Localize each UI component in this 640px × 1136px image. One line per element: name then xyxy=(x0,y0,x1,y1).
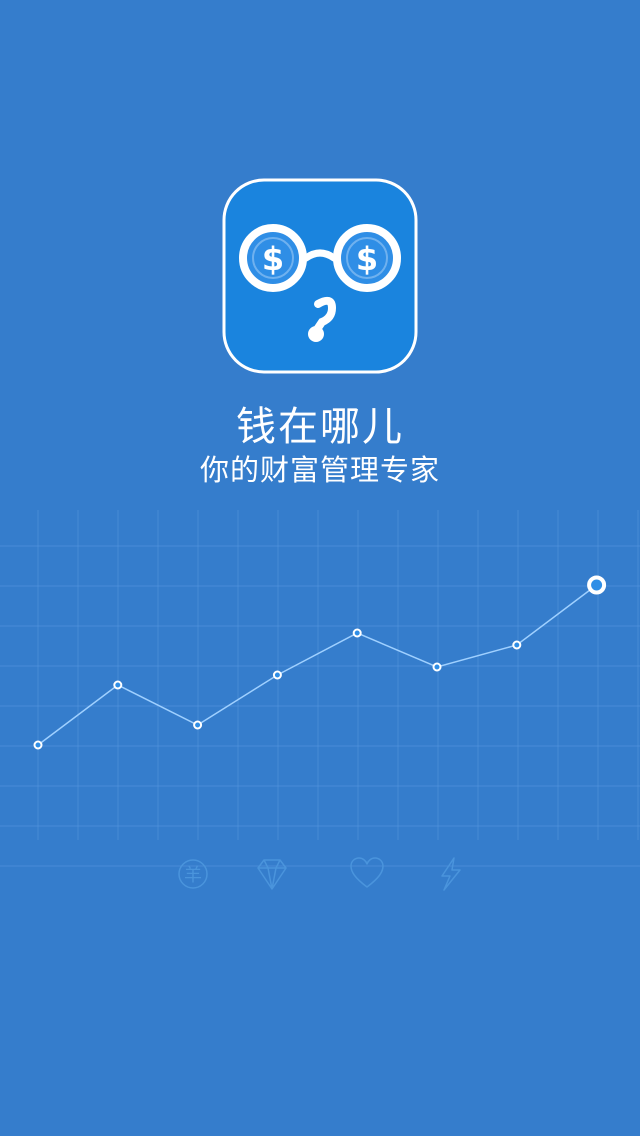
app-slogan: 你的财富管理专家 xyxy=(199,453,440,487)
chart-point xyxy=(33,740,43,750)
splash-screen: $ $ 钱在哪儿 你的财富管理专家 羊 xyxy=(0,0,640,1136)
lightning-icon xyxy=(441,857,461,891)
chart-point xyxy=(512,640,522,650)
yuan-coin-icon: 羊 xyxy=(178,859,208,889)
app-logo-icon: $ $ xyxy=(222,178,418,374)
svg-text:羊: 羊 xyxy=(184,865,202,886)
chart-point xyxy=(352,628,362,638)
heart-icon xyxy=(350,857,384,888)
chart-points xyxy=(33,575,607,750)
right-lens-dollar: $ xyxy=(356,240,378,278)
growth-line-chart xyxy=(0,510,640,867)
chart-point-latest xyxy=(587,575,607,595)
feature-icons-row: 羊 xyxy=(0,852,640,896)
chart-grid xyxy=(0,510,640,867)
chart-point xyxy=(432,662,442,672)
diamond-icon xyxy=(257,859,287,890)
series-line xyxy=(37,584,598,746)
chart-point xyxy=(272,670,282,680)
chart-point xyxy=(113,680,123,690)
chart-point xyxy=(193,720,203,730)
left-lens-dollar: $ xyxy=(262,240,284,278)
app-name: 钱在哪儿 xyxy=(236,404,404,450)
